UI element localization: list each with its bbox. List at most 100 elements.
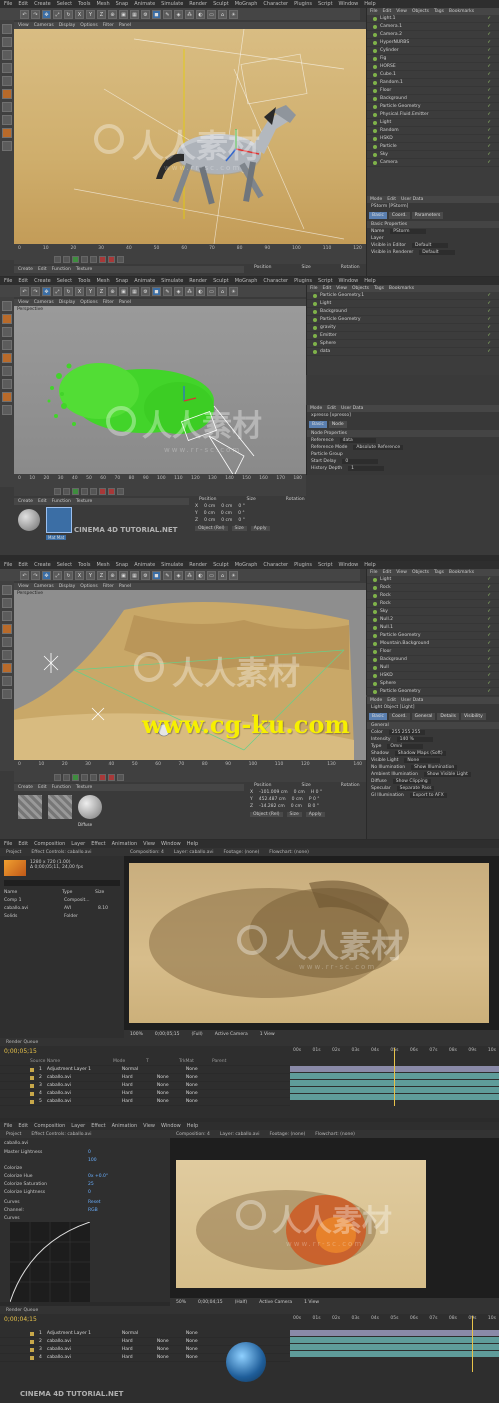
coord-field[interactable]: 0 ° (238, 504, 245, 509)
visibility-check-icon[interactable]: ✓ (487, 349, 491, 354)
floor-icon[interactable]: ▭ (207, 9, 216, 19)
label-color-swatch[interactable] (30, 1347, 34, 1352)
viewer-control-0[interactable]: 100% (130, 1032, 143, 1037)
undo-icon[interactable]: ↶ (20, 9, 29, 19)
viewer-control-2[interactable]: (Full) (191, 1032, 202, 1037)
go-start-icon[interactable] (54, 256, 61, 263)
coord-field[interactable]: P 0 ° (309, 797, 320, 802)
menu-item-2[interactable]: Composition (34, 1123, 65, 1129)
comp-tab-0[interactable]: Composition: 4 (176, 1132, 210, 1137)
layer-mode[interactable]: Hard (122, 1347, 152, 1352)
viewport-particles[interactable]: Perspective 人人素材 www.rr-sc.com (14, 306, 306, 474)
points-mode-icon[interactable] (2, 611, 12, 621)
visibility-check-icon[interactable]: ✓ (487, 40, 491, 45)
play-icon[interactable] (72, 774, 79, 781)
om-menu-item-1[interactable]: Edit (323, 286, 332, 291)
move-icon[interactable]: ✥ (42, 570, 51, 580)
cube-icon[interactable]: ◼ (152, 286, 161, 296)
menu-item-3[interactable]: Select (57, 562, 72, 568)
om-menu-item-3[interactable]: Objects (412, 9, 429, 14)
layer-name[interactable]: caballo.avi (47, 1355, 117, 1360)
redo-icon[interactable]: ↷ (31, 9, 40, 19)
menu-item-15[interactable]: Window (339, 562, 359, 568)
panel-tab-0[interactable]: Project (6, 1132, 21, 1137)
y-axis-icon[interactable]: Y (86, 570, 95, 580)
visibility-check-icon[interactable]: ✓ (487, 293, 491, 298)
attr-menu-item-1[interactable]: Edit (387, 197, 396, 202)
go-end-icon[interactable] (90, 256, 97, 263)
object-row[interactable]: Background ✓ (367, 656, 499, 664)
record-icon[interactable] (99, 256, 106, 263)
menu-item-12[interactable]: Character (263, 278, 288, 284)
layer-mode[interactable]: Hard (122, 1075, 152, 1080)
visibility-check-icon[interactable]: ✓ (487, 152, 491, 157)
polygons-mode-icon[interactable] (2, 637, 12, 647)
material-swatch-selected[interactable] (46, 507, 72, 533)
array-icon[interactable]: ⁂ (185, 286, 194, 296)
material-menu-item-1[interactable]: Edit (38, 785, 47, 790)
render-view-icon[interactable]: ▣ (119, 570, 128, 580)
viewer-control-1[interactable]: 0;00;05;15 (155, 1032, 180, 1037)
om-menu-item-0[interactable]: File (370, 570, 378, 575)
viewer-control-4[interactable]: 1 View (260, 1032, 275, 1037)
menu-item-14[interactable]: Script (318, 1, 333, 7)
light-icon[interactable]: ☀ (229, 286, 238, 296)
effect-section-reset[interactable]: Reset (88, 1200, 101, 1205)
render-picture-icon[interactable]: ▦ (130, 570, 139, 580)
coord-field[interactable]: 0 cm (221, 518, 232, 523)
layer-name[interactable]: caballo.avi (47, 1075, 117, 1080)
menu-item-13[interactable]: Plugins (294, 562, 312, 568)
layer-parent[interactable]: None (186, 1067, 198, 1072)
snap-icon[interactable] (2, 676, 12, 686)
x-axis-icon[interactable]: X (75, 286, 84, 296)
label-color-swatch[interactable] (30, 1075, 34, 1080)
effect-property-value[interactable]: 25 (88, 1182, 94, 1187)
effect-property[interactable]: Colorize (0, 1164, 170, 1172)
menu-item-3[interactable]: Layer (71, 1123, 85, 1129)
tweak-mode-icon[interactable] (2, 102, 12, 112)
attr-menu-item-2[interactable]: User Data (401, 197, 423, 202)
menu-item-7[interactable]: Window (161, 1123, 181, 1129)
coord-field[interactable]: 0 cm (291, 804, 302, 809)
menu-item-3[interactable]: Select (57, 278, 72, 284)
object-row[interactable]: Sphere ✓ (307, 340, 499, 348)
timeline[interactable]: 0 10 20 30 40 50 60 70 80 90 100 110 120 130 140 150 160… (14, 474, 306, 496)
effect-property-value[interactable]: 0x +0.0° (88, 1174, 108, 1179)
texture-mode-icon[interactable] (2, 314, 12, 324)
object-row[interactable]: Background ✓ (367, 95, 499, 103)
timeline[interactable]: 0 10 20 30 40 50 60 70 80 90 100 110 120 130 140 (14, 760, 366, 782)
workplane-icon[interactable] (2, 689, 12, 699)
edges-mode-icon[interactable] (2, 624, 12, 634)
effect-property-value[interactable]: 0 (88, 1190, 91, 1195)
project-search[interactable] (4, 880, 120, 886)
visibility-check-icon[interactable]: ✓ (487, 104, 491, 109)
tweak-mode-icon[interactable] (2, 663, 12, 673)
render-queue-tab[interactable]: Render Queue (6, 1308, 38, 1313)
label-color-swatch[interactable] (30, 1355, 34, 1360)
visibility-check-icon[interactable]: ✓ (487, 325, 491, 330)
attr-value[interactable]: Show Visible Light (423, 772, 471, 777)
attr-value[interactable]: Separate Pass (396, 786, 435, 791)
view-menu-item-0[interactable]: View (18, 584, 29, 589)
attr-value[interactable]: Omni (387, 744, 424, 749)
render-settings-icon[interactable]: ⚙ (141, 286, 150, 296)
layer-mode[interactable]: Hard (122, 1355, 152, 1360)
menu-item-11[interactable]: MoGraph (235, 1, 258, 7)
layer-parent[interactable]: None (186, 1083, 198, 1088)
visibility-check-icon[interactable]: ✓ (487, 673, 491, 678)
auto-key-icon[interactable] (108, 774, 115, 781)
menu-item-12[interactable]: Character (263, 1, 288, 7)
menu-item-11[interactable]: MoGraph (235, 562, 258, 568)
undo-icon[interactable]: ↶ (20, 570, 29, 580)
visibility-check-icon[interactable]: ✓ (487, 160, 491, 165)
auto-key-icon[interactable] (108, 256, 115, 263)
redo-icon[interactable]: ↷ (31, 570, 40, 580)
time-ruler[interactable]: 00s01s02s03s04s05s06s07s08s09s10s (290, 1316, 499, 1324)
object-row[interactable]: Camera ✓ (367, 159, 499, 167)
object-row[interactable]: Light.1 ✓ (367, 15, 499, 23)
layer-mode[interactable]: Normal (122, 1067, 152, 1072)
visibility-check-icon[interactable]: ✓ (487, 333, 491, 338)
coord-field[interactable]: 0 cm (292, 797, 303, 802)
comp-tab-2[interactable]: Footage: (none) (223, 850, 259, 855)
axis-mode-icon[interactable] (2, 650, 12, 660)
